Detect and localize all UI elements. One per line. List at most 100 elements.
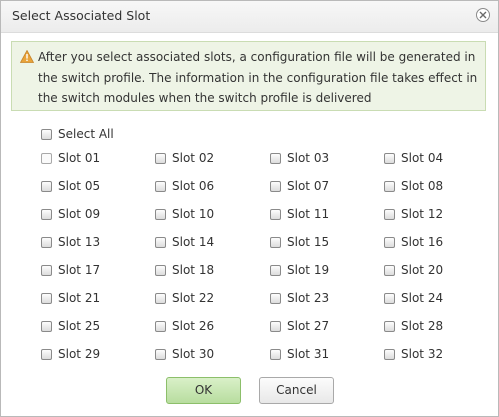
slot-label: Slot 06 — [172, 179, 215, 193]
slot-checkbox-box[interactable] — [41, 264, 52, 276]
slot-checkbox-29[interactable]: Slot 29 — [41, 347, 100, 361]
slot-label: Slot 29 — [58, 347, 101, 361]
slot-label: Slot 25 — [58, 319, 101, 333]
slot-checkbox-box[interactable] — [41, 152, 52, 164]
slot-checkbox-box[interactable] — [384, 264, 395, 276]
slot-checkbox-32[interactable]: Slot 32 — [384, 347, 443, 361]
slot-checkbox-19[interactable]: Slot 19 — [270, 263, 329, 277]
slot-checkbox-16[interactable]: Slot 16 — [384, 235, 443, 249]
slot-checkbox-23[interactable]: Slot 23 — [270, 291, 329, 305]
slot-checkbox-12[interactable]: Slot 12 — [384, 207, 443, 221]
slot-checkbox-28[interactable]: Slot 28 — [384, 319, 443, 333]
slot-label: Slot 21 — [58, 291, 101, 305]
slot-checkbox-box[interactable] — [270, 348, 281, 360]
slot-label: Slot 12 — [401, 207, 444, 221]
slot-checkbox-box[interactable] — [155, 348, 166, 360]
slot-checkbox-box[interactable] — [41, 236, 52, 248]
slot-checkbox-box[interactable] — [384, 152, 395, 164]
slot-checkbox-05[interactable]: Slot 05 — [41, 179, 100, 193]
slot-checkbox-07[interactable]: Slot 07 — [270, 179, 329, 193]
slot-checkbox-10[interactable]: Slot 10 — [155, 207, 214, 221]
select-all-checkbox[interactable]: Select All — [41, 127, 114, 141]
slot-checkbox-22[interactable]: Slot 22 — [155, 291, 214, 305]
select-all-box[interactable] — [41, 128, 52, 140]
slot-label: Slot 26 — [172, 319, 215, 333]
slot-checkbox-box[interactable] — [155, 320, 166, 332]
slot-checkbox-03[interactable]: Slot 03 — [270, 151, 329, 165]
slot-label: Slot 11 — [287, 207, 330, 221]
slot-checkbox-box[interactable] — [41, 180, 52, 192]
slot-checkbox-box[interactable] — [41, 292, 52, 304]
slot-checkbox-box[interactable] — [41, 348, 52, 360]
slot-checkbox-box[interactable] — [155, 264, 166, 276]
slot-checkbox-01[interactable]: Slot 01 — [41, 151, 100, 165]
slot-label: Slot 10 — [172, 207, 215, 221]
slot-label: Slot 14 — [172, 235, 215, 249]
slot-checkbox-31[interactable]: Slot 31 — [270, 347, 329, 361]
slot-checkbox-box[interactable] — [270, 236, 281, 248]
slot-checkbox-box[interactable] — [270, 292, 281, 304]
slot-label: Slot 03 — [287, 151, 330, 165]
slot-checkbox-08[interactable]: Slot 08 — [384, 179, 443, 193]
slot-label: Slot 08 — [401, 179, 444, 193]
slot-checkbox-18[interactable]: Slot 18 — [155, 263, 214, 277]
slot-checkbox-15[interactable]: Slot 15 — [270, 235, 329, 249]
slot-checkbox-box[interactable] — [270, 180, 281, 192]
slot-checkbox-box[interactable] — [155, 208, 166, 220]
warning-icon — [20, 50, 34, 63]
slot-label: Slot 07 — [287, 179, 330, 193]
ok-button[interactable]: OK — [166, 377, 241, 404]
slot-checkbox-04[interactable]: Slot 04 — [384, 151, 443, 165]
slot-checkbox-14[interactable]: Slot 14 — [155, 235, 214, 249]
slot-checkbox-box[interactable] — [155, 152, 166, 164]
slot-checkbox-box[interactable] — [270, 320, 281, 332]
slot-checkbox-box[interactable] — [384, 180, 395, 192]
slot-label: Slot 16 — [401, 235, 444, 249]
slot-checkbox-box[interactable] — [384, 320, 395, 332]
slot-checkbox-box[interactable] — [384, 348, 395, 360]
slot-checkbox-20[interactable]: Slot 20 — [384, 263, 443, 277]
slot-checkbox-box[interactable] — [155, 180, 166, 192]
cancel-button[interactable]: Cancel — [259, 377, 334, 404]
slot-label: Slot 24 — [401, 291, 444, 305]
select-all-label: Select All — [58, 127, 114, 141]
slot-label: Slot 05 — [58, 179, 101, 193]
slot-checkbox-box[interactable] — [270, 264, 281, 276]
slot-checkbox-box[interactable] — [384, 236, 395, 248]
slot-checkbox-box[interactable] — [155, 292, 166, 304]
slot-checkbox-box[interactable] — [41, 320, 52, 332]
slot-checkbox-27[interactable]: Slot 27 — [270, 319, 329, 333]
slot-checkbox-17[interactable]: Slot 17 — [41, 263, 100, 277]
slot-label: Slot 30 — [172, 347, 215, 361]
slot-label: Slot 32 — [401, 347, 444, 361]
slot-checkbox-26[interactable]: Slot 26 — [155, 319, 214, 333]
notice-text: After you select associated slots, a con… — [38, 50, 478, 105]
slot-checkbox-box[interactable] — [155, 236, 166, 248]
slot-checkbox-11[interactable]: Slot 11 — [270, 207, 329, 221]
slot-checkbox-21[interactable]: Slot 21 — [41, 291, 100, 305]
slot-label: Slot 04 — [401, 151, 444, 165]
slot-label: Slot 27 — [287, 319, 330, 333]
slot-label: Slot 23 — [287, 291, 330, 305]
slot-checkbox-box[interactable] — [270, 208, 281, 220]
slot-checkbox-25[interactable]: Slot 25 — [41, 319, 100, 333]
slot-checkbox-02[interactable]: Slot 02 — [155, 151, 214, 165]
select-slot-dialog: Select Associated Slot After you select … — [0, 0, 499, 417]
slot-checkbox-box[interactable] — [41, 208, 52, 220]
slot-label: Slot 19 — [287, 263, 330, 277]
slot-checkbox-13[interactable]: Slot 13 — [41, 235, 100, 249]
slot-checkbox-box[interactable] — [270, 152, 281, 164]
slot-checkbox-24[interactable]: Slot 24 — [384, 291, 443, 305]
slot-checkbox-06[interactable]: Slot 06 — [155, 179, 214, 193]
slot-checkbox-box[interactable] — [384, 292, 395, 304]
slot-label: Slot 17 — [58, 263, 101, 277]
slot-label: Slot 09 — [58, 207, 101, 221]
slot-checkbox-09[interactable]: Slot 09 — [41, 207, 100, 221]
slot-label: Slot 31 — [287, 347, 330, 361]
slot-checkbox-30[interactable]: Slot 30 — [155, 347, 214, 361]
slot-label: Slot 18 — [172, 263, 215, 277]
slot-checkbox-box[interactable] — [384, 208, 395, 220]
close-icon[interactable] — [476, 8, 490, 22]
dialog-titlebar: Select Associated Slot — [1, 1, 498, 33]
slot-label: Slot 28 — [401, 319, 444, 333]
